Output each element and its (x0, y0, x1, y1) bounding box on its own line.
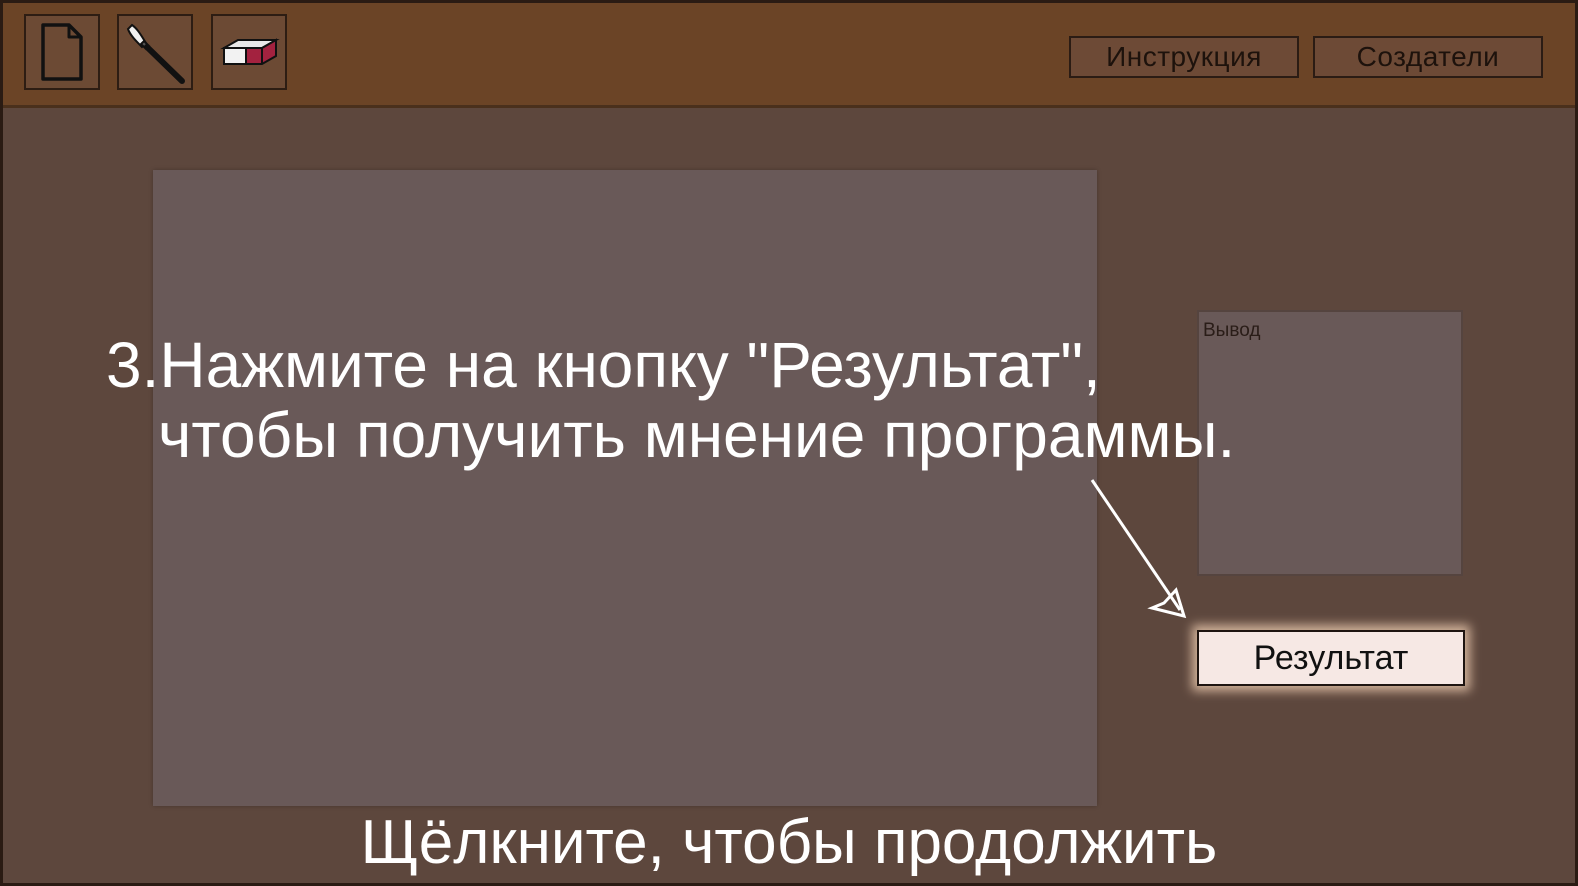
tutorial-line-1: 3.Нажмите на кнопку "Результат", (106, 329, 1101, 401)
tutorial-arrow-icon (1090, 479, 1187, 619)
drawing-app: Инструкция Создатели Вывод Результат 3.Н… (0, 0, 1578, 886)
continue-hint[interactable]: Щёлкните, чтобы продолжить (0, 808, 1578, 878)
output-panel: Вывод (1197, 310, 1463, 576)
tutorial-line-2: чтобы получить мнение программы. (158, 399, 1236, 471)
new-file-button[interactable] (24, 14, 100, 90)
brush-icon (122, 19, 188, 85)
tutorial-instruction: 3.Нажмите на кнопку "Результат", чтобы по… (106, 330, 1235, 470)
new-file-icon (39, 22, 85, 82)
eraser-icon (218, 32, 280, 72)
toolbar: Инструкция Создатели (0, 0, 1578, 108)
eraser-button[interactable] (211, 14, 287, 90)
brush-button[interactable] (117, 14, 193, 90)
drawing-canvas[interactable] (153, 170, 1097, 806)
instructions-button[interactable]: Инструкция (1069, 36, 1299, 78)
creators-button[interactable]: Создатели (1313, 36, 1543, 78)
result-button[interactable]: Результат (1197, 630, 1465, 686)
